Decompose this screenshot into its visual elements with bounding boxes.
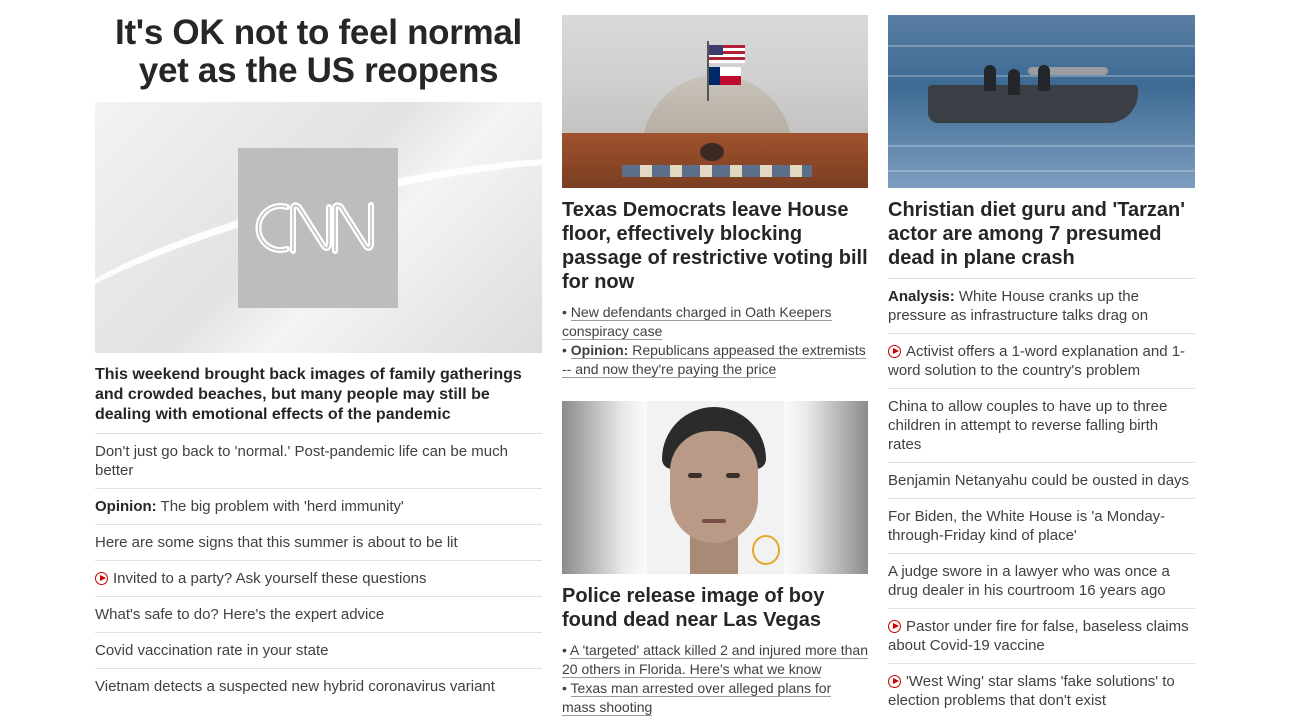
list-item-text: The big problem with 'herd immunity' [156,498,404,515]
boat-icon [928,85,1138,123]
list-item: • Opinion: Republicans appeased the extr… [562,342,866,378]
cnn-logo [238,148,398,308]
list-item[interactable]: For Biden, the White House is 'a Monday-… [888,498,1195,553]
list-item-text: Invited to a party? Ask yourself these q… [113,570,427,587]
list-item[interactable]: A judge swore in a lawyer who was once a… [888,553,1195,608]
lead-subhead-link[interactable]: This weekend brought back images of fami… [95,365,542,425]
list-item-link[interactable]: Texas man arrested over alleged plans fo… [562,680,832,716]
list-item-link[interactable]: Analysis: White House cranks up the pres… [888,288,1148,324]
list-item-link[interactable]: 'West Wing' star slams 'fake solutions' … [888,673,1175,709]
list-item[interactable]: China to allow couples to have up to thr… [888,388,1195,462]
list-item[interactable]: Invited to a party? Ask yourself these q… [95,560,542,596]
person-figure [1008,69,1020,95]
video-play-icon [888,675,901,688]
list-item-link[interactable]: China to allow couples to have up to thr… [888,398,1167,453]
las-vegas-related-list: • A 'targeted' attack killed 2 and injur… [562,641,869,717]
list-item-link[interactable]: Invited to a party? Ask yourself these q… [95,570,427,587]
cnn-logo-icon [255,202,374,254]
list-item[interactable]: Activist offers a 1-word explanation and… [888,333,1195,388]
plane-crash-headline-link[interactable]: Christian diet guru and 'Tarzan' actor a… [888,198,1195,270]
capitol-seals [622,165,812,177]
list-item: • Texas man arrested over alleged plans … [562,680,832,716]
list-item-text: Pastor under fire for false, baseless cl… [888,618,1189,654]
list-item-link[interactable]: Don't just go back to 'normal.' Post-pan… [95,443,508,479]
list-item[interactable]: Pastor under fire for false, baseless cl… [888,608,1195,663]
texas-flag-icon [709,67,741,85]
list-item[interactable]: Analysis: White House cranks up the pres… [888,278,1195,333]
boy-sketch-image[interactable] [562,401,868,574]
person-figure [984,65,996,91]
list-item-link[interactable]: A 'targeted' attack killed 2 and injured… [562,642,869,678]
video-play-icon [95,572,108,585]
list-item-link[interactable]: Benjamin Netanyahu could be ousted in da… [888,472,1189,489]
sketch-eye [726,473,740,478]
list-item[interactable]: Covid vaccination rate in your state [95,632,542,668]
list-item-link[interactable]: Covid vaccination rate in your state [95,642,328,659]
lead-headline-link[interactable]: It's OK not to feel normal yet as the US… [95,14,542,90]
list-item-text: 'West Wing' star slams 'fake solutions' … [888,673,1175,709]
las-vegas-headline-link[interactable]: Police release image of boy found dead n… [562,584,868,632]
video-play-icon [888,620,901,633]
person-figure [1038,65,1050,91]
plane-crash-headline: Christian diet guru and 'Tarzan' actor a… [888,199,1185,269]
list-item[interactable]: Here are some signs that this summer is … [95,524,542,560]
sketch-mouth [702,519,726,523]
middle-column: Texas Democrats leave House floor, effec… [562,0,869,717]
lead-related-list: Don't just go back to 'normal.' Post-pan… [95,433,542,704]
water-ripple [888,170,1195,172]
capitol-window [700,143,724,161]
list-item[interactable]: What's safe to do? Here's the expert adv… [95,596,542,632]
texas-democrats-headline: Texas Democrats leave House floor, effec… [562,199,868,293]
list-item-link[interactable]: Opinion: Republicans appeased the extrem… [562,342,866,378]
list-item-link[interactable]: Vietnam detects a suspected new hybrid c… [95,678,495,695]
analysis-label: Analysis: [888,288,955,305]
list-item[interactable]: Benjamin Netanyahu could be ousted in da… [888,462,1195,498]
list-item[interactable]: Opinion: The big problem with 'herd immu… [95,488,542,524]
list-item-link[interactable]: New defendants charged in Oath Keepers c… [562,304,832,340]
water-ripple [888,45,1195,47]
opinion-label: Opinion: [570,342,629,358]
list-item: • A 'targeted' attack killed 2 and injur… [562,642,869,678]
list-item[interactable]: 'West Wing' star slams 'fake solutions' … [888,663,1195,718]
plane-crash-lake-image[interactable] [888,15,1195,188]
lead-image[interactable] [95,102,542,353]
list-item-text: Activist offers a 1-word explanation and… [888,343,1186,379]
las-vegas-headline: Police release image of boy found dead n… [562,585,825,631]
right-column: Christian diet guru and 'Tarzan' actor a… [888,0,1195,718]
right-related-list: Analysis: White House cranks up the pres… [888,278,1195,718]
lead-story-column: It's OK not to feel normal yet as the US… [95,0,542,704]
list-item-link[interactable]: What's safe to do? Here's the expert adv… [95,606,384,623]
lead-headline: It's OK not to feel normal yet as the US… [115,13,522,90]
list-item[interactable]: Don't just go back to 'normal.' Post-pan… [95,433,542,488]
sketch-eye [688,473,702,478]
list-item-link[interactable]: Here are some signs that this summer is … [95,534,458,551]
list-item: • New defendants charged in Oath Keepers… [562,304,832,340]
texas-related-list: • New defendants charged in Oath Keepers… [562,303,868,379]
water-ripple [888,145,1195,147]
list-item-link[interactable]: Activist offers a 1-word explanation and… [888,343,1185,379]
list-item-link[interactable]: Pastor under fire for false, baseless cl… [888,618,1189,654]
police-badge-icon [752,535,780,565]
us-flag-icon [709,45,745,63]
list-item-link[interactable]: For Biden, the White House is 'a Monday-… [888,508,1165,544]
video-play-icon [888,345,901,358]
list-item-link[interactable]: A judge swore in a lawyer who was once a… [888,563,1170,599]
texas-capitol-image[interactable] [562,15,868,188]
list-item-link[interactable]: Opinion: The big problem with 'herd immu… [95,498,404,515]
lead-subhead: This weekend brought back images of fami… [95,366,522,423]
sketch-face [670,431,758,543]
texas-democrats-headline-link[interactable]: Texas Democrats leave House floor, effec… [562,198,868,294]
list-item[interactable]: Vietnam detects a suspected new hybrid c… [95,668,542,704]
opinion-label: Opinion: [95,498,157,515]
